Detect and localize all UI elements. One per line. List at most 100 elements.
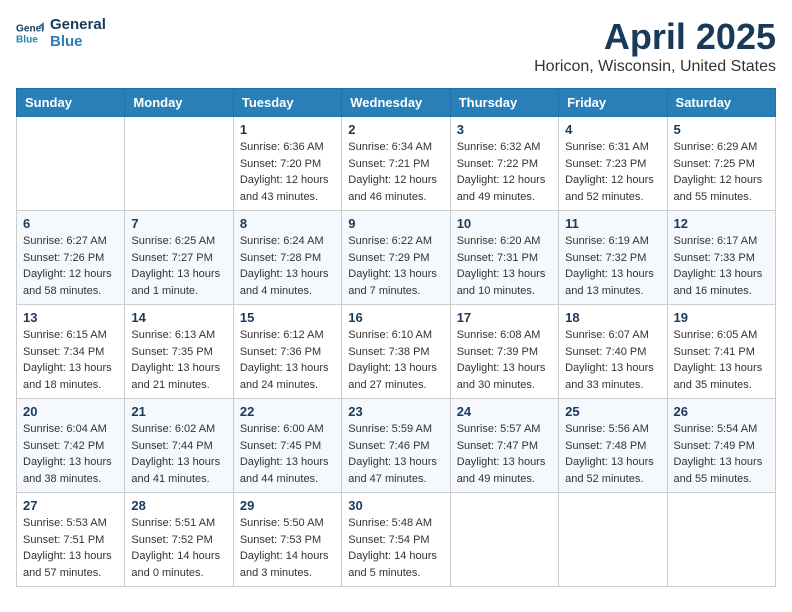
logo-icon: General Blue xyxy=(16,19,44,47)
calendar-table: SundayMondayTuesdayWednesdayThursdayFrid… xyxy=(16,88,776,587)
calendar-cell: 26 Sunrise: 5:54 AMSunset: 7:49 PMDayligh… xyxy=(667,399,775,493)
calendar-cell: 3Sunrise: 6:32 AMSunset: 7:22 PMDaylight… xyxy=(450,117,558,211)
day-info: Sunrise: 6:24 AMSunset: 7:28 PMDaylight:… xyxy=(240,233,335,299)
calendar-cell: 19 Sunrise: 6:05 AMSunset: 7:41 PMDayligh… xyxy=(667,305,775,399)
day-number: 8 xyxy=(240,216,335,231)
day-number: 25 xyxy=(565,404,660,419)
calendar-week-row: 1Sunrise: 6:36 AMSunset: 7:20 PMDaylight… xyxy=(17,117,776,211)
calendar-cell xyxy=(559,493,667,587)
day-number: 16 xyxy=(348,310,443,325)
day-info: Sunrise: 5:53 AMSunset: 7:51 PMDaylight:… xyxy=(23,515,118,581)
day-number: 21 xyxy=(131,404,226,419)
day-info: Sunrise: 6:20 AMSunset: 7:31 PMDaylight:… xyxy=(457,233,552,299)
weekday-header: Sunday xyxy=(17,89,125,117)
calendar-cell: 2Sunrise: 6:34 AMSunset: 7:21 PMDaylight… xyxy=(342,117,450,211)
day-number: 18 xyxy=(565,310,660,325)
day-number: 23 xyxy=(348,404,443,419)
day-number: 6 xyxy=(23,216,118,231)
page-header: General Blue General Blue April 2025 Hor… xyxy=(16,16,776,76)
day-number: 17 xyxy=(457,310,552,325)
calendar-cell: 12Sunrise: 6:17 AMSunset: 7:33 PMDayligh… xyxy=(667,211,775,305)
day-info: Sunrise: 5:50 AMSunset: 7:53 PMDaylight:… xyxy=(240,515,335,581)
calendar-week-row: 13 Sunrise: 6:15 AMSunset: 7:34 PMDayligh… xyxy=(17,305,776,399)
calendar-cell: 9 Sunrise: 6:22 AMSunset: 7:29 PMDaylight… xyxy=(342,211,450,305)
calendar-cell: 11 Sunrise: 6:19 AMSunset: 7:32 PMDayligh… xyxy=(559,211,667,305)
svg-text:Blue: Blue xyxy=(16,34,38,45)
day-info: Sunrise: 6:05 AMSunset: 7:41 PMDaylight:… xyxy=(674,327,769,393)
calendar-cell: 23 Sunrise: 5:59 AMSunset: 7:46 PMDayligh… xyxy=(342,399,450,493)
day-info: Sunrise: 6:13 AMSunset: 7:35 PMDaylight:… xyxy=(131,327,226,393)
day-info: Sunrise: 6:22 AMSunset: 7:29 PMDaylight:… xyxy=(348,233,443,299)
calendar-cell xyxy=(17,117,125,211)
day-info: Sunrise: 5:54 AMSunset: 7:49 PMDaylight:… xyxy=(674,421,769,487)
day-info: Sunrise: 5:56 AMSunset: 7:48 PMDaylight:… xyxy=(565,421,660,487)
day-info: Sunrise: 6:10 AMSunset: 7:38 PMDaylight:… xyxy=(348,327,443,393)
day-info: Sunrise: 6:27 AMSunset: 7:26 PMDaylight:… xyxy=(23,233,118,299)
day-info: Sunrise: 6:08 AMSunset: 7:39 PMDaylight:… xyxy=(457,327,552,393)
calendar-cell xyxy=(667,493,775,587)
day-info: Sunrise: 6:31 AMSunset: 7:23 PMDaylight:… xyxy=(565,139,660,205)
calendar-cell: 24Sunrise: 5:57 AMSunset: 7:47 PMDayligh… xyxy=(450,399,558,493)
calendar-week-row: 20Sunrise: 6:04 AMSunset: 7:42 PMDayligh… xyxy=(17,399,776,493)
calendar-week-row: 6 Sunrise: 6:27 AMSunset: 7:26 PMDaylight… xyxy=(17,211,776,305)
location-title: Horicon, Wisconsin, United States xyxy=(534,58,776,76)
day-number: 22 xyxy=(240,404,335,419)
day-info: Sunrise: 5:59 AMSunset: 7:46 PMDaylight:… xyxy=(348,421,443,487)
calendar-cell xyxy=(125,117,233,211)
weekday-header: Friday xyxy=(559,89,667,117)
calendar-cell: 16 Sunrise: 6:10 AMSunset: 7:38 PMDayligh… xyxy=(342,305,450,399)
calendar-cell xyxy=(450,493,558,587)
day-number: 7 xyxy=(131,216,226,231)
calendar-cell: 13 Sunrise: 6:15 AMSunset: 7:34 PMDayligh… xyxy=(17,305,125,399)
calendar-cell: 14 Sunrise: 6:13 AMSunset: 7:35 PMDayligh… xyxy=(125,305,233,399)
calendar-cell: 4Sunrise: 6:31 AMSunset: 7:23 PMDaylight… xyxy=(559,117,667,211)
calendar-week-row: 27 Sunrise: 5:53 AMSunset: 7:51 PMDayligh… xyxy=(17,493,776,587)
weekday-header: Saturday xyxy=(667,89,775,117)
month-title: April 2025 xyxy=(534,16,776,58)
day-info: Sunrise: 6:34 AMSunset: 7:21 PMDaylight:… xyxy=(348,139,443,205)
calendar-cell: 28 Sunrise: 5:51 AMSunset: 7:52 PMDayligh… xyxy=(125,493,233,587)
day-info: Sunrise: 6:07 AMSunset: 7:40 PMDaylight:… xyxy=(565,327,660,393)
day-number: 1 xyxy=(240,122,335,137)
day-info: Sunrise: 6:32 AMSunset: 7:22 PMDaylight:… xyxy=(457,139,552,205)
day-info: Sunrise: 6:25 AMSunset: 7:27 PMDaylight:… xyxy=(131,233,226,299)
day-info: Sunrise: 5:51 AMSunset: 7:52 PMDaylight:… xyxy=(131,515,226,581)
day-number: 24 xyxy=(457,404,552,419)
calendar-cell: 25 Sunrise: 5:56 AMSunset: 7:48 PMDayligh… xyxy=(559,399,667,493)
day-info: Sunrise: 6:15 AMSunset: 7:34 PMDaylight:… xyxy=(23,327,118,393)
logo-general: General xyxy=(50,16,106,33)
day-number: 29 xyxy=(240,498,335,513)
weekday-header: Tuesday xyxy=(233,89,341,117)
day-info: Sunrise: 6:29 AMSunset: 7:25 PMDaylight:… xyxy=(674,139,769,205)
logo-blue: Blue xyxy=(50,33,106,50)
day-number: 5 xyxy=(674,122,769,137)
day-info: Sunrise: 6:12 AMSunset: 7:36 PMDaylight:… xyxy=(240,327,335,393)
calendar-cell: 8 Sunrise: 6:24 AMSunset: 7:28 PMDaylight… xyxy=(233,211,341,305)
calendar-cell: 5 Sunrise: 6:29 AMSunset: 7:25 PMDaylight… xyxy=(667,117,775,211)
calendar-cell: 22 Sunrise: 6:00 AMSunset: 7:45 PMDayligh… xyxy=(233,399,341,493)
day-number: 14 xyxy=(131,310,226,325)
day-number: 19 xyxy=(674,310,769,325)
calendar-cell: 30Sunrise: 5:48 AMSunset: 7:54 PMDayligh… xyxy=(342,493,450,587)
day-info: Sunrise: 6:00 AMSunset: 7:45 PMDaylight:… xyxy=(240,421,335,487)
calendar-cell: 20Sunrise: 6:04 AMSunset: 7:42 PMDayligh… xyxy=(17,399,125,493)
calendar-cell: 21Sunrise: 6:02 AMSunset: 7:44 PMDayligh… xyxy=(125,399,233,493)
day-number: 26 xyxy=(674,404,769,419)
day-number: 27 xyxy=(23,498,118,513)
day-number: 9 xyxy=(348,216,443,231)
day-number: 11 xyxy=(565,216,660,231)
calendar-cell: 10Sunrise: 6:20 AMSunset: 7:31 PMDayligh… xyxy=(450,211,558,305)
day-info: Sunrise: 6:19 AMSunset: 7:32 PMDaylight:… xyxy=(565,233,660,299)
day-number: 13 xyxy=(23,310,118,325)
calendar-header-row: SundayMondayTuesdayWednesdayThursdayFrid… xyxy=(17,89,776,117)
day-number: 15 xyxy=(240,310,335,325)
calendar-cell: 7 Sunrise: 6:25 AMSunset: 7:27 PMDaylight… xyxy=(125,211,233,305)
day-number: 20 xyxy=(23,404,118,419)
day-number: 28 xyxy=(131,498,226,513)
title-block: April 2025 Horicon, Wisconsin, United St… xyxy=(534,16,776,76)
calendar-cell: 17 Sunrise: 6:08 AMSunset: 7:39 PMDayligh… xyxy=(450,305,558,399)
day-info: Sunrise: 5:48 AMSunset: 7:54 PMDaylight:… xyxy=(348,515,443,581)
day-number: 12 xyxy=(674,216,769,231)
calendar-cell: 1Sunrise: 6:36 AMSunset: 7:20 PMDaylight… xyxy=(233,117,341,211)
calendar-cell: 6 Sunrise: 6:27 AMSunset: 7:26 PMDaylight… xyxy=(17,211,125,305)
